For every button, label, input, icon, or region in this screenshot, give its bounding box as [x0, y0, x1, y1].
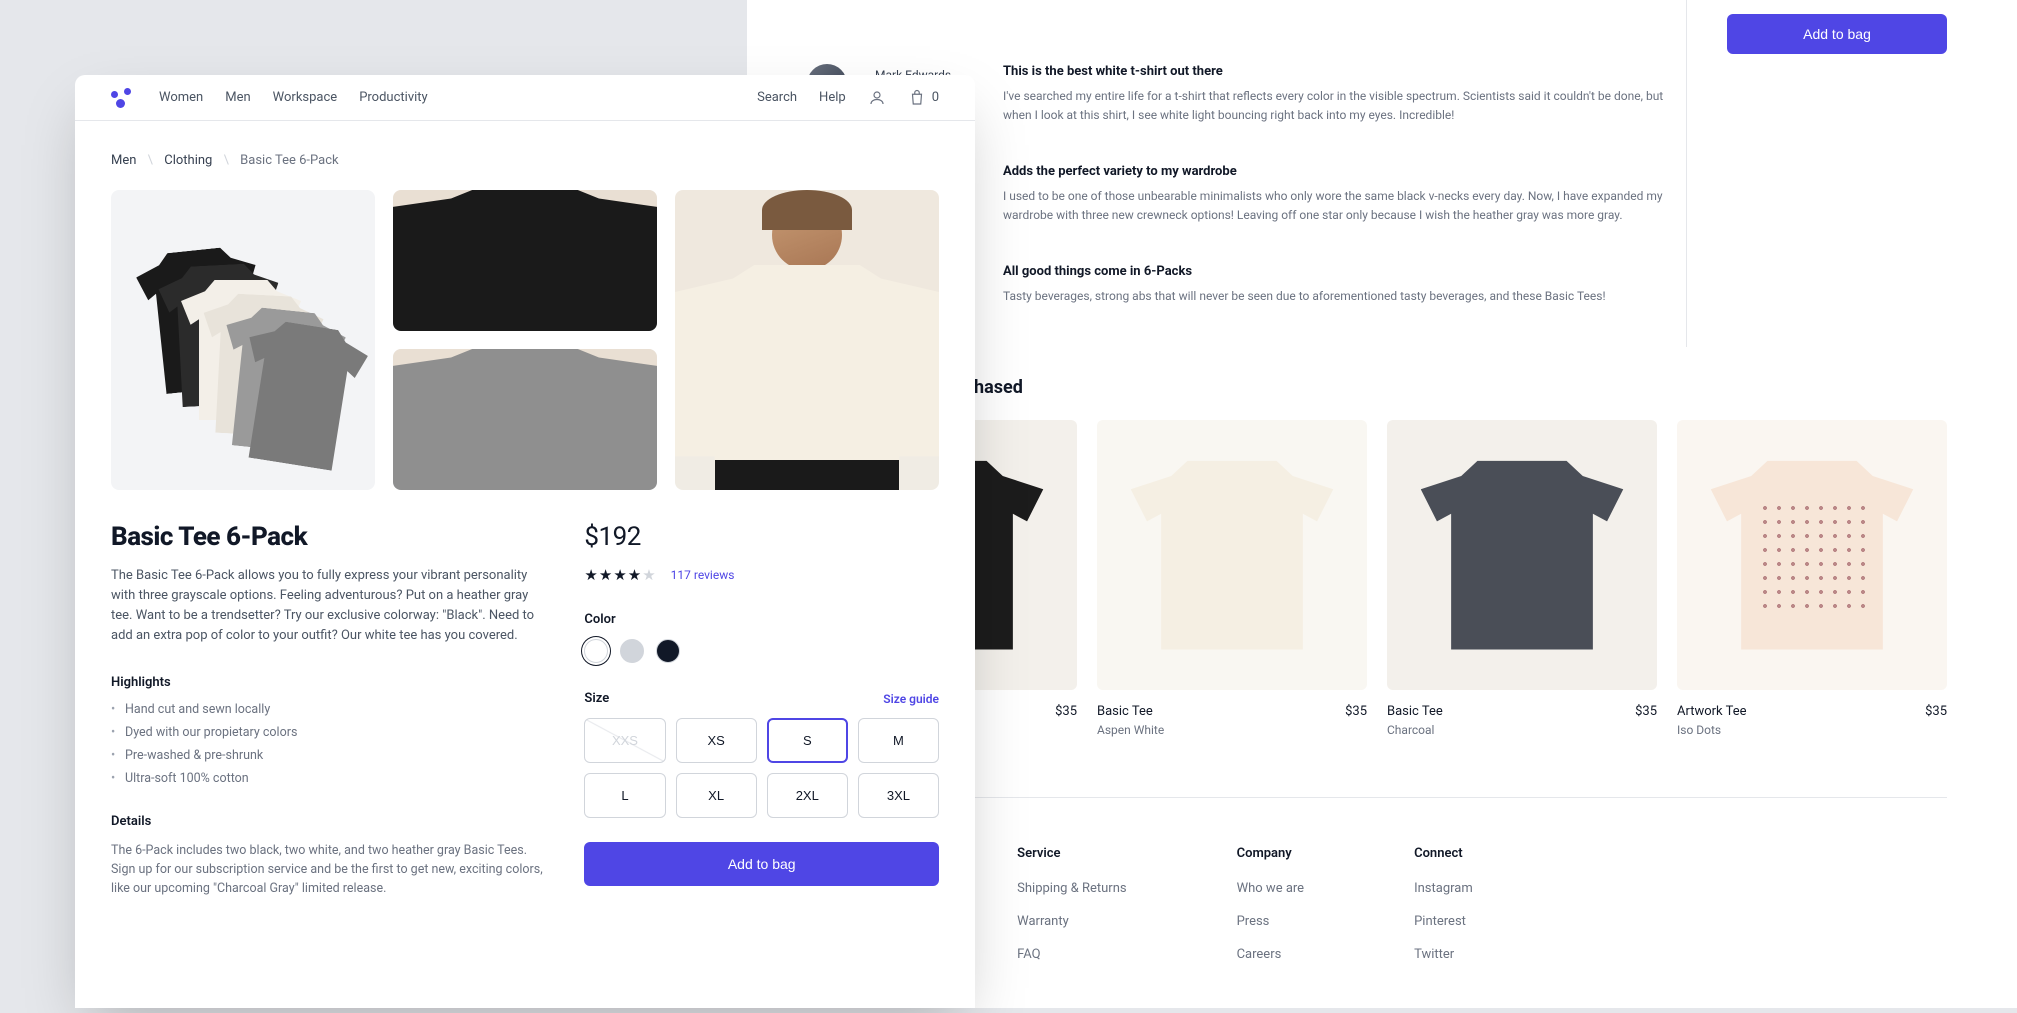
- related-variant: Charcoal: [1387, 723, 1657, 737]
- highlight-item: Ultra-soft 100% cotton: [111, 771, 544, 786]
- related-price: $35: [1635, 704, 1657, 719]
- brand-logo[interactable]: [111, 88, 131, 108]
- add-to-bag-button[interactable]: Add to bag: [1727, 14, 1947, 54]
- gallery-image[interactable]: [393, 190, 657, 331]
- footer-link[interactable]: Shipping & Returns: [1017, 881, 1126, 896]
- color-swatch[interactable]: [584, 639, 608, 663]
- related-heading: Customers also purchased: [807, 377, 1947, 398]
- size-option[interactable]: M: [858, 718, 939, 763]
- review-body: Tasty beverages, strong abs that will ne…: [1003, 287, 1666, 306]
- review-title: This is the best white t-shirt out there: [1003, 64, 1666, 79]
- related-variant: Aspen White: [1097, 723, 1367, 737]
- color-swatch[interactable]: [620, 639, 644, 663]
- top-nav: Women Men Workspace Productivity Search Hel…: [75, 75, 975, 121]
- related-price: $35: [1345, 704, 1367, 719]
- nav-link[interactable]: Men: [225, 90, 250, 105]
- product-page-card: Women Men Workspace Productivity Search Hel…: [75, 75, 975, 1008]
- details-heading: Details: [111, 814, 544, 829]
- gallery-image[interactable]: [675, 190, 939, 490]
- footer-column: Service Shipping & Returns Warranty FAQ: [1017, 846, 1126, 1013]
- details-text: The 6-Pack includes two black, two white…: [111, 841, 544, 899]
- rating-stars: ★★★★★: [584, 566, 656, 584]
- gallery-image[interactable]: [393, 349, 657, 490]
- product-price: $192: [584, 522, 939, 552]
- related-name: Basic Tee: [1097, 704, 1153, 719]
- highlight-item: Hand cut and sewn locally: [111, 702, 544, 717]
- size-option[interactable]: XL: [676, 773, 757, 818]
- highlight-item: Dyed with our propietary colors: [111, 725, 544, 740]
- footer-link[interactable]: FAQ: [1017, 947, 1126, 962]
- related-price: $35: [1925, 704, 1947, 719]
- help-link[interactable]: Help: [819, 90, 846, 105]
- footer: AccountManage AccountSaved ItemsOrdersRe…: [807, 797, 1947, 1013]
- size-option[interactable]: 2XL: [767, 773, 848, 818]
- add-to-bag-button[interactable]: Add to bag: [584, 842, 939, 886]
- highlight-item: Pre-washed & pre-shrunk: [111, 748, 544, 763]
- related-variant: Iso Dots: [1677, 723, 1947, 737]
- related-product[interactable]: Artwork Tee $35 Iso Dots: [1677, 420, 1947, 737]
- account-icon[interactable]: [868, 89, 886, 107]
- related-section: Customers also purchased Basic Tee$35Bla…: [807, 377, 1947, 737]
- size-option[interactable]: XS: [676, 718, 757, 763]
- footer-link[interactable]: Instagram: [1414, 881, 1473, 896]
- reviews-link[interactable]: 117 reviews: [671, 568, 735, 582]
- size-option[interactable]: L: [584, 773, 665, 818]
- search-link[interactable]: Search: [757, 90, 797, 105]
- product-gallery: [75, 178, 975, 490]
- color-label: Color: [584, 612, 939, 627]
- footer-heading: Connect: [1414, 846, 1473, 861]
- review-body: I used to be one of those unbearable min…: [1003, 187, 1666, 224]
- breadcrumb-link[interactable]: Men: [111, 153, 136, 168]
- breadcrumb-link[interactable]: Clothing: [164, 153, 212, 168]
- size-guide-link[interactable]: Size guide: [883, 692, 939, 706]
- footer-column: Company Who we are Press Careers: [1237, 846, 1304, 1013]
- footer-heading: Service: [1017, 846, 1126, 861]
- breadcrumb-current: Basic Tee 6-Pack: [240, 153, 338, 168]
- highlights-heading: Highlights: [111, 675, 544, 690]
- footer-column: Connect Instagram Pinterest Twitter: [1414, 846, 1473, 1013]
- size-option[interactable]: 3XL: [858, 773, 939, 818]
- related-name: Artwork Tee: [1677, 704, 1747, 719]
- related-product[interactable]: Basic Tee $35 Aspen White: [1097, 420, 1367, 737]
- footer-link[interactable]: Press: [1237, 914, 1304, 929]
- nav-link[interactable]: Productivity: [359, 90, 427, 105]
- footer-link[interactable]: Twitter: [1414, 947, 1473, 962]
- size-label: Size: [584, 691, 609, 706]
- footer-link[interactable]: Pinterest: [1414, 914, 1473, 929]
- review-title: Adds the perfect variety to my wardrobe: [1003, 164, 1666, 179]
- footer-link[interactable]: Who we are: [1237, 881, 1304, 896]
- footer-heading: Company: [1237, 846, 1304, 861]
- gallery-image[interactable]: [111, 190, 375, 490]
- product-title: Basic Tee 6-Pack: [111, 522, 544, 552]
- footer-link[interactable]: Warranty: [1017, 914, 1126, 929]
- footer-link[interactable]: Careers: [1237, 947, 1304, 962]
- review-body: I've searched my entire life for a t-shi…: [1003, 87, 1666, 124]
- bag-button[interactable]: 0: [908, 89, 939, 107]
- color-swatch[interactable]: [656, 639, 680, 663]
- size-option[interactable]: S: [767, 718, 848, 763]
- breadcrumb: Men \ Clothing \ Basic Tee 6-Pack: [75, 121, 975, 178]
- product-description: The Basic Tee 6-Pack allows you to fully…: [111, 566, 544, 647]
- nav-link[interactable]: Women: [159, 90, 203, 105]
- bag-count: 0: [932, 90, 939, 105]
- related-product[interactable]: Basic Tee $35 Charcoal: [1387, 420, 1657, 737]
- nav-link[interactable]: Workspace: [273, 90, 338, 105]
- related-price: $35: [1055, 704, 1077, 719]
- size-option: XXS: [584, 718, 665, 763]
- related-name: Basic Tee: [1387, 704, 1443, 719]
- review-title: All good things come in 6-Packs: [1003, 264, 1666, 279]
